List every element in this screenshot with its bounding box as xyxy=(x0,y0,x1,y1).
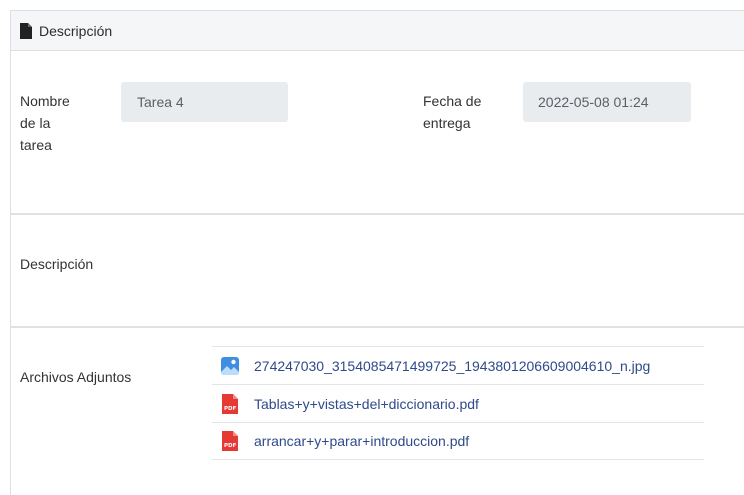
card-title: Descripción xyxy=(39,22,113,39)
attachment-item[interactable]: PDF arrancar+y+parar+introduccion.pdf xyxy=(212,422,704,460)
attachment-link[interactable]: Tablas+y+vistas+del+diccionario.pdf xyxy=(254,396,479,412)
attachment-item[interactable]: PDF Tablas+y+vistas+del+diccionario.pdf xyxy=(212,384,704,422)
attachments-label: Archivos Adjuntos xyxy=(20,369,132,385)
divider xyxy=(10,326,744,328)
attachment-item[interactable]: 274247030_3154085471499725_1943801206609… xyxy=(212,346,704,384)
task-name-field[interactable]: Tarea 4 xyxy=(121,82,288,122)
card-header: Descripción xyxy=(11,11,744,51)
divider xyxy=(10,213,744,215)
description-label: Descripción xyxy=(20,256,94,272)
attachment-link[interactable]: 274247030_3154085471499725_1943801206609… xyxy=(254,358,650,374)
page: Descripción Nombre de la tarea Tarea 4 F… xyxy=(0,0,744,495)
image-icon xyxy=(220,355,240,377)
svg-text:PDF: PDF xyxy=(224,443,237,449)
pdf-icon: PDF xyxy=(220,430,240,452)
attachment-link[interactable]: arrancar+y+parar+introduccion.pdf xyxy=(254,433,469,449)
due-date-label: Fecha de entrega xyxy=(423,93,482,131)
due-date-field[interactable]: 2022-05-08 01:24 xyxy=(523,82,691,122)
task-name-label: Nombre de la tarea xyxy=(20,93,70,153)
attachments-list: 274247030_3154085471499725_1943801206609… xyxy=(212,346,704,460)
svg-text:PDF: PDF xyxy=(224,406,237,412)
pdf-icon: PDF xyxy=(220,393,240,415)
file-icon xyxy=(19,22,33,39)
